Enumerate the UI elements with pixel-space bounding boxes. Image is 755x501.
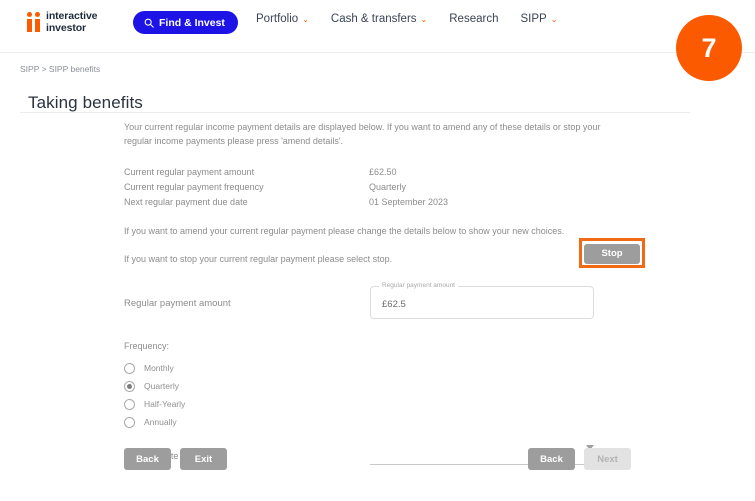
breadcrumb[interactable]: SIPP > SIPP benefits <box>20 64 100 74</box>
intro-paragraph: Your current regular income payment deta… <box>124 122 601 146</box>
title-divider <box>20 112 690 113</box>
regular-payment-amount-label: Regular payment amount <box>124 298 231 309</box>
stop-button-highlight: Stop <box>579 238 645 268</box>
nav-item-sipp[interactable]: SIPP ⌄ <box>520 13 557 25</box>
detail-label-frequency: Current regular payment frequency <box>124 181 264 192</box>
radio-icon-half-yearly[interactable] <box>124 398 135 410</box>
radio-option-quarterly[interactable]: Quarterly <box>124 377 684 395</box>
page-title: Taking benefits <box>28 93 143 113</box>
radio-icon-annually[interactable] <box>124 416 135 428</box>
radio-label-half-yearly: Half-Yearly <box>144 399 186 409</box>
detail-value-frequency: Quarterly <box>369 181 407 192</box>
radio-option-annually[interactable]: Annually <box>124 413 684 431</box>
detail-label-due-date: Next regular payment due date <box>124 196 248 207</box>
form-button-bar: Back Exit Back Next <box>124 448 631 470</box>
nav-label-portfolio: Portfolio <box>256 13 299 25</box>
brand-logo[interactable]: interactive investor <box>27 10 98 34</box>
amend-instruction-text: If you want to amend your current regula… <box>124 226 565 236</box>
radio-icon-monthly[interactable] <box>124 362 135 374</box>
step-badge: 7 <box>676 15 742 81</box>
site-header: interactive investor Find & Invest Portf… <box>0 0 755 53</box>
find-and-invest-button[interactable]: Find & Invest <box>133 11 238 34</box>
back-button-right[interactable]: Back <box>528 448 575 470</box>
frequency-label: Frequency: <box>124 341 170 351</box>
nav-label-research: Research <box>449 13 499 25</box>
radio-label-quarterly: Quarterly <box>144 381 179 391</box>
detail-value-amount: £62.50 <box>369 166 397 177</box>
nav-label-cash-transfers: Cash & transfers <box>330 13 417 25</box>
chevron-down-icon: ⌄ <box>302 15 309 24</box>
exit-button[interactable]: Exit <box>180 448 227 470</box>
nav-item-cash-transfers[interactable]: Cash & transfers ⌄ <box>331 13 427 25</box>
detail-row: Current regular payment frequency Quarte… <box>124 179 684 194</box>
detail-value-due-date: 01 September 2023 <box>369 196 449 207</box>
brand-logo-line1: interactive <box>46 10 98 22</box>
radio-label-annually: Annually <box>144 417 177 427</box>
nav-label-sipp: SIPP <box>520 13 547 25</box>
regular-payment-amount-value: £62.5 <box>382 299 406 310</box>
ii-logo-icon <box>27 12 40 32</box>
left-button-group: Back Exit <box>124 448 227 470</box>
main-content: Your current regular income payment deta… <box>124 120 684 466</box>
stop-button[interactable]: Stop <box>584 243 640 264</box>
frequency-radio-group: Monthly Quarterly Half-Yearly Annually <box>124 359 684 431</box>
right-button-group: Back Next <box>528 448 631 470</box>
radio-option-half-yearly[interactable]: Half-Yearly <box>124 395 684 413</box>
detail-row: Current regular payment amount £62.50 <box>124 164 684 179</box>
regular-payment-amount-input[interactable]: Regular payment amount £62.5 <box>370 282 594 319</box>
find-and-invest-label: Find & Invest <box>159 16 225 29</box>
radio-option-monthly[interactable]: Monthly <box>124 359 684 377</box>
radio-label-monthly: Monthly <box>144 363 174 373</box>
search-icon <box>144 18 154 28</box>
radio-icon-quarterly[interactable] <box>124 380 135 392</box>
current-payment-details: Current regular payment amount £62.50 Cu… <box>124 164 684 209</box>
chevron-down-icon: ⌄ <box>420 15 428 24</box>
brand-logo-text: interactive investor <box>46 10 98 34</box>
next-button[interactable]: Next <box>584 448 631 470</box>
back-button-left[interactable]: Back <box>124 448 171 470</box>
main-navigation: Portfolio ⌄ Cash & transfers ⌄ Research … <box>256 13 557 25</box>
brand-logo-line2: investor <box>46 21 87 34</box>
detail-label-amount: Current regular payment amount <box>124 166 255 177</box>
regular-payment-amount-row: Regular payment amount Regular payment a… <box>124 282 684 320</box>
nav-item-research[interactable]: Research <box>449 13 498 25</box>
chevron-down-icon: ⌄ <box>550 15 558 24</box>
regular-payment-amount-floating-label: Regular payment amount <box>379 282 458 289</box>
detail-row: Next regular payment due date 01 Septemb… <box>124 194 684 209</box>
nav-item-portfolio[interactable]: Portfolio ⌄ <box>256 13 309 25</box>
